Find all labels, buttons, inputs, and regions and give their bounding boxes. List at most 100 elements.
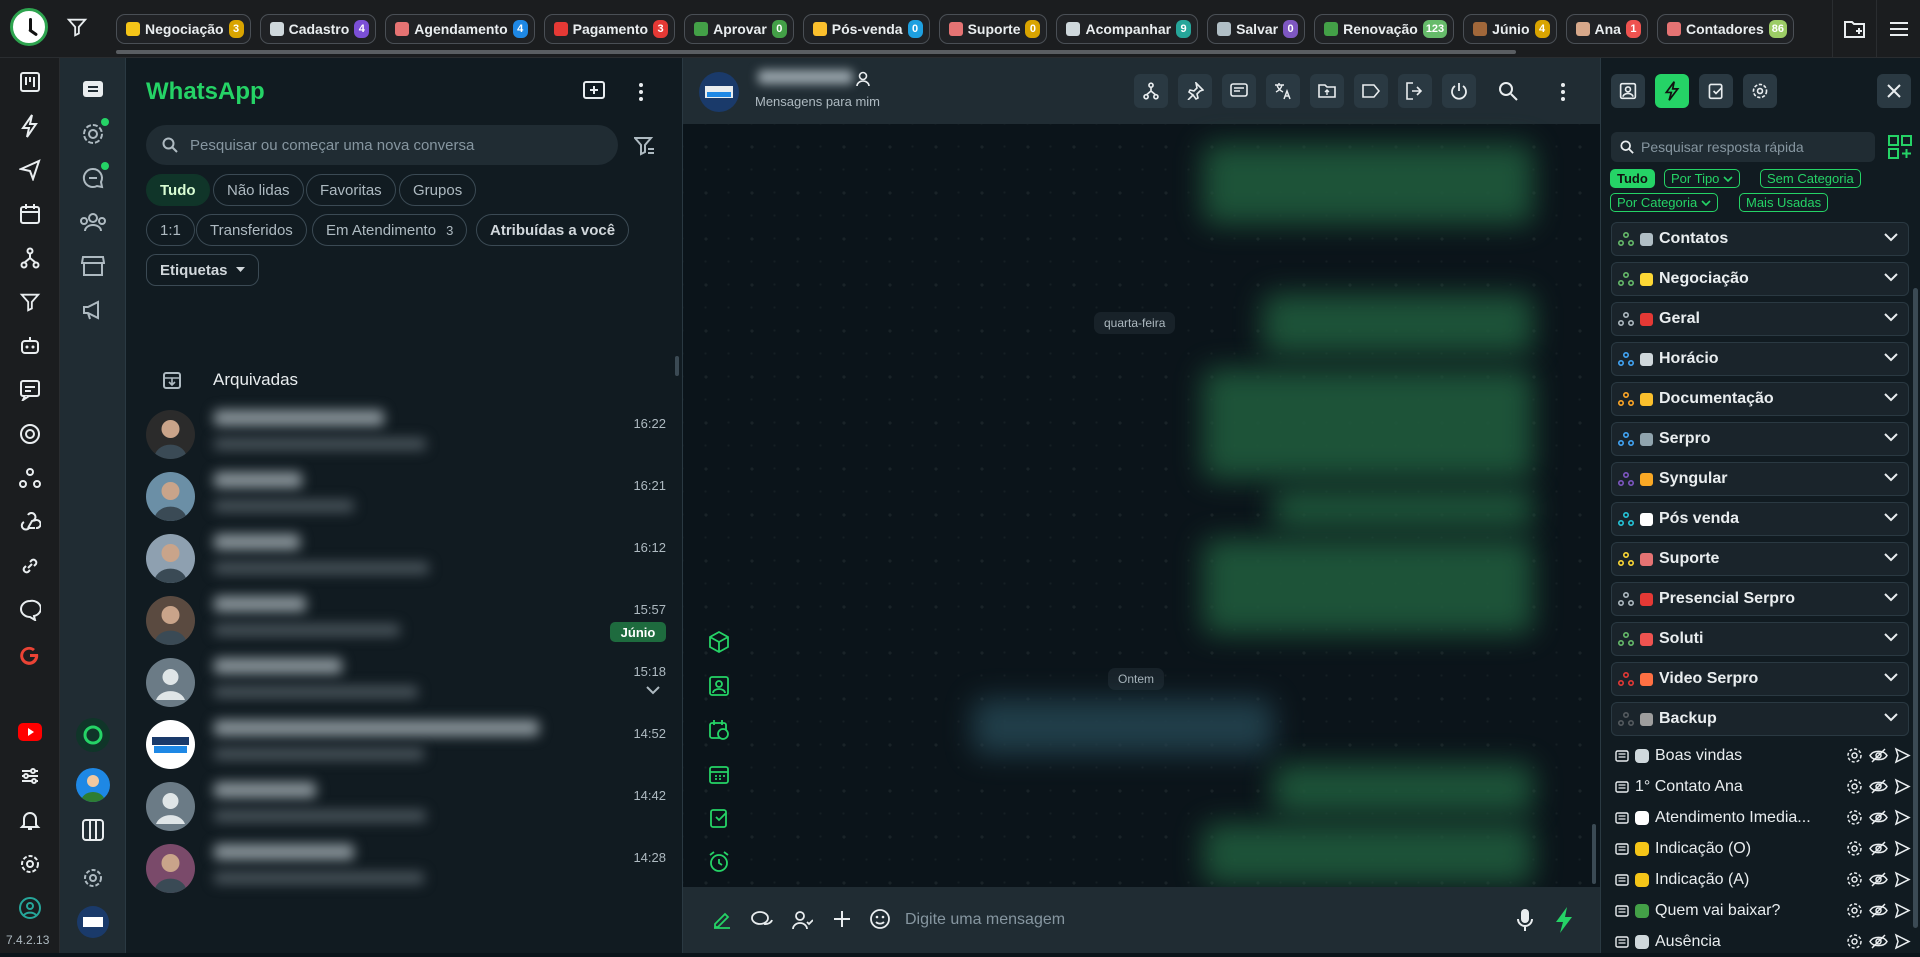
- contact-info-tab-icon[interactable]: [1611, 74, 1645, 108]
- chatlist-scrollbar[interactable]: [675, 356, 679, 376]
- edit-gear-icon[interactable]: [1846, 933, 1863, 950]
- label-tag-0[interactable]: Negociação 3: [116, 14, 251, 44]
- qr-filter-tudo[interactable]: Tudo: [1610, 169, 1655, 188]
- qr-filter-sem-categoria[interactable]: Sem Categoria: [1760, 169, 1861, 188]
- business-avatar[interactable]: [77, 906, 109, 938]
- edit-gear-icon[interactable]: [1846, 902, 1863, 919]
- edit-gear-icon[interactable]: [1846, 871, 1863, 888]
- schedule-icon[interactable]: [705, 716, 733, 744]
- send-icon[interactable]: [1894, 902, 1911, 919]
- preview-eye-icon[interactable]: [1869, 778, 1888, 795]
- flow-header-icon[interactable]: [1134, 74, 1168, 108]
- filter-nao-lidas[interactable]: Não lidas: [213, 174, 304, 206]
- quick-replies-scrollbar[interactable]: [1913, 288, 1918, 928]
- messages-scrollbar[interactable]: [1592, 824, 1596, 884]
- chevron-down-icon[interactable]: [646, 686, 660, 695]
- filter-icon[interactable]: [66, 16, 88, 38]
- tasks-tab-icon[interactable]: [1699, 74, 1733, 108]
- qr-filter-por-categoria[interactable]: Por Categoria: [1610, 193, 1719, 212]
- bell-icon[interactable]: [16, 806, 44, 834]
- quick-reply-lightning-icon[interactable]: [1553, 906, 1575, 934]
- send-icon[interactable]: [1894, 809, 1911, 826]
- label-tag-9[interactable]: Renovação 123: [1314, 14, 1455, 44]
- youtube-icon[interactable]: [16, 718, 44, 746]
- wa-settings-icon[interactable]: [79, 864, 107, 892]
- send-icon[interactable]: [16, 156, 44, 184]
- label-tag-6[interactable]: Suporte 0: [938, 14, 1048, 44]
- qr-category[interactable]: Soluti: [1611, 622, 1909, 656]
- filter-1-1[interactable]: 1:1: [146, 214, 195, 246]
- label-tag-5[interactable]: Pós-venda 0: [802, 14, 930, 44]
- calendar-icon[interactable]: [16, 200, 44, 228]
- funnel-icon[interactable]: [16, 288, 44, 316]
- power-icon[interactable]: [1442, 74, 1476, 108]
- plus-icon[interactable]: [832, 909, 852, 929]
- qr-item[interactable]: 1° Contato Ana: [1611, 772, 1911, 802]
- bot-icon[interactable]: [16, 332, 44, 360]
- qr-item[interactable]: Boas vindas: [1611, 741, 1911, 771]
- qr-item[interactable]: Indicação (O): [1611, 834, 1911, 864]
- megaphone-icon[interactable]: [79, 296, 107, 324]
- send-icon[interactable]: [1894, 747, 1911, 764]
- edit-gear-icon[interactable]: [1846, 778, 1863, 795]
- qr-category[interactable]: Serpro: [1611, 422, 1909, 456]
- menu-icon[interactable]: [1876, 0, 1920, 58]
- quick-replies-tab-icon[interactable]: [1655, 74, 1689, 108]
- sticker-icon[interactable]: [869, 908, 891, 930]
- edit-gear-icon[interactable]: [1846, 840, 1863, 857]
- translate-icon[interactable]: [1266, 74, 1300, 108]
- add-grid-icon[interactable]: [1887, 134, 1913, 160]
- preview-eye-icon[interactable]: [1869, 933, 1888, 950]
- qr-category[interactable]: Documentação: [1611, 382, 1909, 416]
- notes-icon[interactable]: [1222, 74, 1256, 108]
- send-icon[interactable]: [1894, 840, 1911, 857]
- send-icon[interactable]: [1894, 871, 1911, 888]
- chat-row[interactable]: 14:28: [126, 832, 666, 908]
- close-icon[interactable]: [1877, 74, 1911, 108]
- qr-category[interactable]: Suporte: [1611, 542, 1909, 576]
- conversation-search-icon[interactable]: [1498, 81, 1518, 101]
- link-icon[interactable]: [16, 552, 44, 580]
- filter-favoritas[interactable]: Favoritas: [306, 174, 396, 206]
- microphone-icon[interactable]: [1517, 908, 1533, 932]
- label-tag-2[interactable]: Agendamento 4: [385, 14, 535, 44]
- lightning-icon[interactable]: [16, 112, 44, 140]
- more-options-icon[interactable]: [638, 82, 644, 102]
- folder-open-icon[interactable]: [1310, 74, 1344, 108]
- message-input[interactable]: [905, 905, 1405, 935]
- archived-row[interactable]: Arquivadas: [126, 358, 683, 402]
- filter-unread-icon[interactable]: [634, 136, 656, 156]
- calendar-grid-icon[interactable]: [705, 760, 733, 788]
- chat-bubbles-icon[interactable]: [750, 909, 774, 931]
- assign-user-icon[interactable]: [791, 909, 813, 931]
- account-circle-icon[interactable]: [16, 894, 44, 922]
- google-icon[interactable]: [16, 640, 44, 668]
- qr-category[interactable]: Presencial Serpro: [1611, 582, 1909, 616]
- label-tag-12[interactable]: Contadores 86: [1656, 14, 1795, 44]
- qr-filter-por-tipo[interactable]: Por Tipo: [1664, 169, 1741, 188]
- settings-gear-icon[interactable]: [16, 850, 44, 878]
- qr-category[interactable]: Horácio: [1611, 342, 1909, 376]
- columns-icon[interactable]: [79, 816, 107, 844]
- qr-category[interactable]: Backup: [1611, 702, 1909, 736]
- chat-search-icon[interactable]: [16, 596, 44, 624]
- filter-tudo[interactable]: Tudo: [146, 174, 210, 206]
- filter-transferidos[interactable]: Transferidos: [196, 214, 307, 246]
- qr-category[interactable]: Video Serpro: [1611, 662, 1909, 696]
- edit-gear-icon[interactable]: [1846, 809, 1863, 826]
- send-icon[interactable]: [1894, 778, 1911, 795]
- clipboard-edit-icon[interactable]: [705, 804, 733, 832]
- label-tag-11[interactable]: Ana 1: [1565, 14, 1648, 44]
- target-icon[interactable]: [16, 420, 44, 448]
- etiquetas-dropdown[interactable]: Etiquetas: [146, 254, 259, 286]
- chat-search-input[interactable]: [190, 125, 600, 165]
- preview-eye-icon[interactable]: [1869, 902, 1888, 919]
- alarm-icon[interactable]: [705, 848, 733, 876]
- label-tag-1[interactable]: Cadastro 4: [259, 14, 377, 44]
- kanban-icon[interactable]: [16, 68, 44, 96]
- filter-em-atendimento[interactable]: Em Atendimento 3: [312, 214, 468, 246]
- chats-icon[interactable]: [79, 76, 107, 104]
- qr-category[interactable]: Contatos: [1611, 222, 1909, 256]
- qr-item[interactable]: Indicação (A): [1611, 865, 1911, 895]
- new-chat-icon[interactable]: [582, 80, 606, 102]
